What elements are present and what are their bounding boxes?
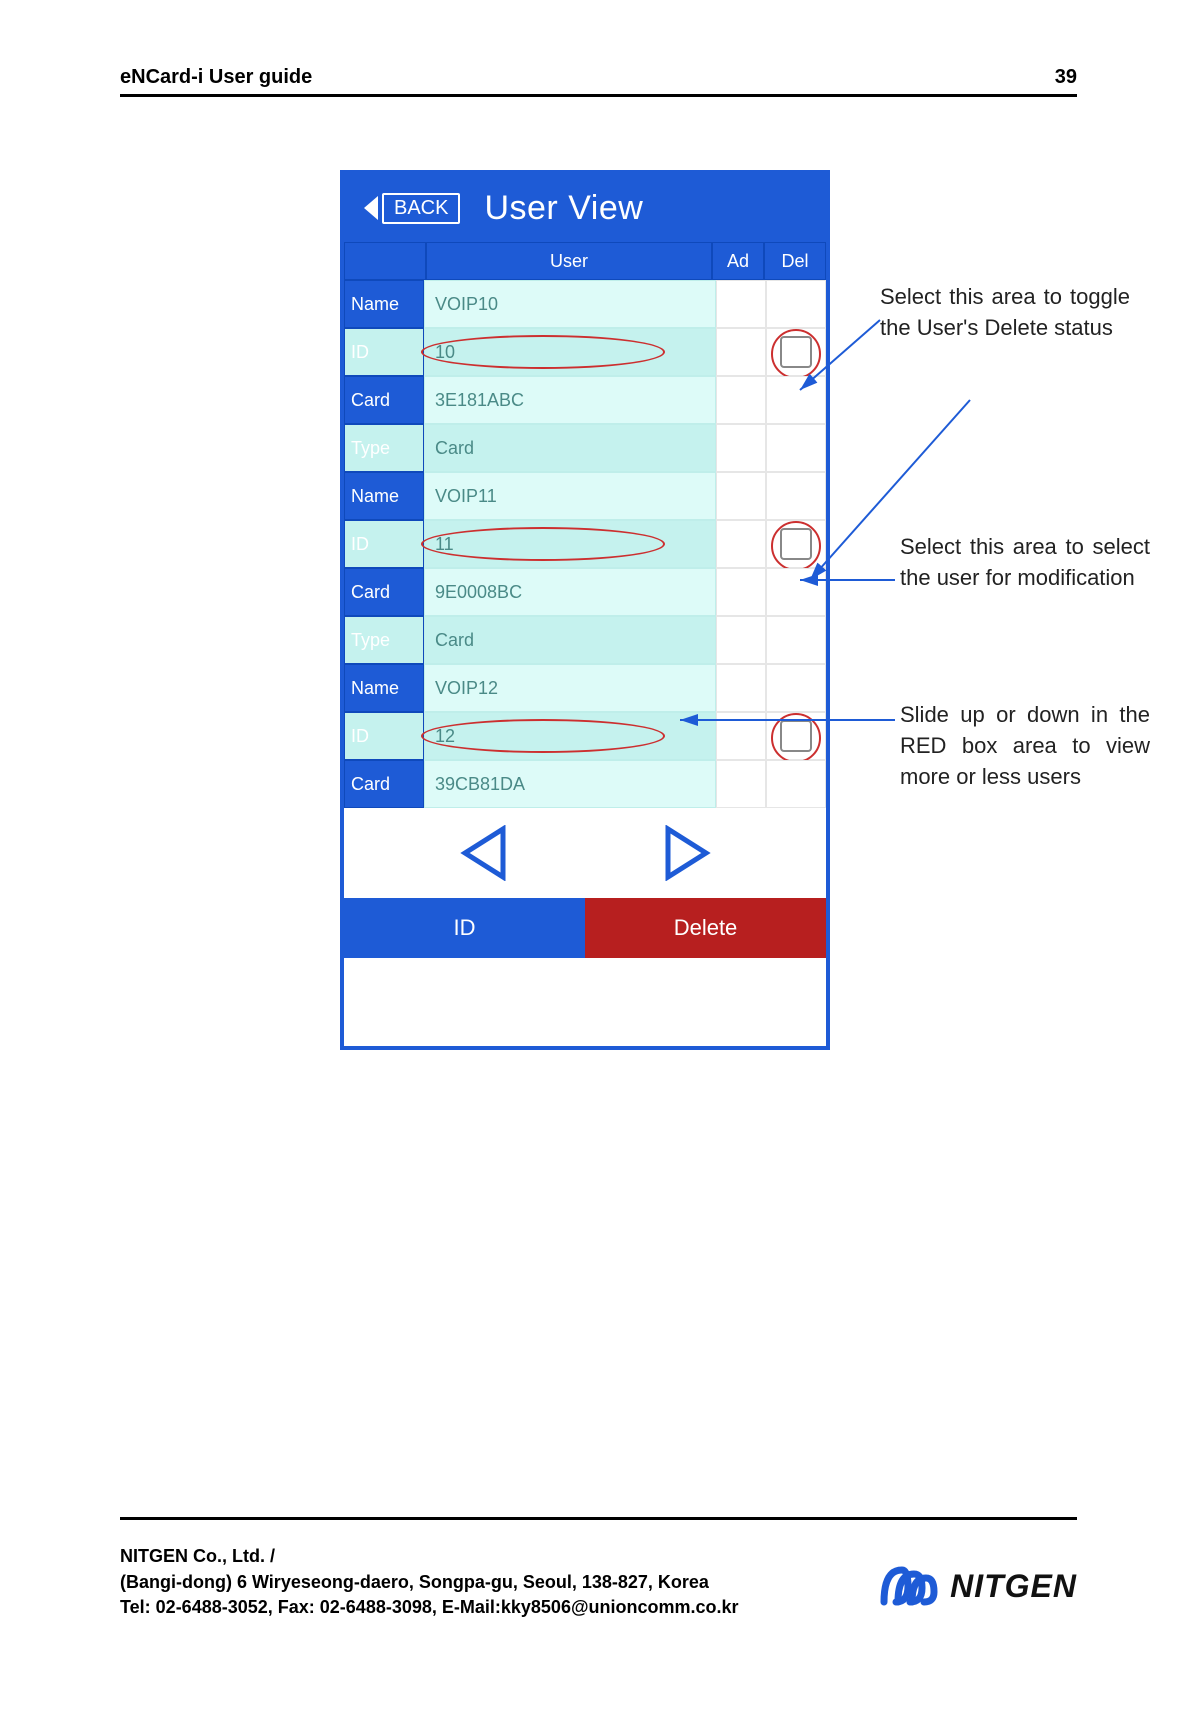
col-ad: Ad (712, 242, 764, 280)
field-label-id: ID (344, 328, 424, 376)
chevron-left-icon (364, 196, 378, 220)
annotation-circle (771, 329, 821, 379)
field-label-name: Name (344, 664, 424, 712)
user1-id[interactable]: 11 (424, 520, 716, 568)
ad-cell[interactable] (716, 472, 766, 520)
footer-buttons: ID Delete (344, 898, 826, 958)
del-cell[interactable] (766, 472, 826, 520)
user2-card[interactable]: 39CB81DA (424, 760, 716, 808)
field-label-name: Name (344, 280, 424, 328)
user1-del[interactable] (766, 520, 826, 568)
user0-id[interactable]: 10 (424, 328, 716, 376)
back-label: BACK (382, 193, 460, 224)
annotation-circle (771, 521, 821, 571)
user2-name[interactable]: VOIP12 (424, 664, 716, 712)
field-label-name: Name (344, 472, 424, 520)
user1-type[interactable]: Card (424, 616, 716, 664)
ad-cell[interactable] (716, 712, 766, 760)
company-logo: NITGEN (878, 1562, 1077, 1610)
annotation-delete-toggle: Select this area to toggle the User's De… (880, 282, 1130, 344)
user2-del[interactable] (766, 712, 826, 760)
annotation-circle (771, 713, 821, 763)
pager-row (344, 808, 826, 898)
header-page-number: 39 (1055, 66, 1077, 89)
ad-cell[interactable] (716, 760, 766, 808)
footer-line2: (Bangi-dong) 6 Wiryeseong-daero, Songpa-… (120, 1570, 739, 1595)
user1-name[interactable]: VOIP11 (424, 472, 716, 520)
annotation-scroll: Slide up or down in the RED box area to … (900, 700, 1150, 792)
document-page: eNCard-i User guide 39 BACK User View Us… (0, 0, 1197, 1710)
user0-name[interactable]: VOIP10 (424, 280, 716, 328)
annotation-ellipse (421, 335, 665, 369)
delete-button[interactable]: Delete (585, 898, 826, 958)
del-cell[interactable] (766, 760, 826, 808)
ad-cell[interactable] (716, 568, 766, 616)
user0-type[interactable]: Card (424, 424, 716, 472)
annotation-select-user: Select this area to select the user for … (900, 532, 1150, 594)
user0-ad2[interactable] (716, 328, 766, 376)
device-screenshot: BACK User View User Ad Del Name VOIP10 I… (340, 170, 830, 1050)
field-label-id: ID (344, 712, 424, 760)
user1-card[interactable]: 9E0008BC (424, 568, 716, 616)
footer-rule (120, 1517, 1077, 1520)
header-rule (120, 94, 1077, 97)
annotation-ellipse (421, 719, 665, 753)
del-cell[interactable] (766, 568, 826, 616)
title-bar: BACK User View (344, 174, 826, 242)
back-button[interactable]: BACK (364, 193, 460, 224)
footer-line3: Tel: 02-6488-3052, Fax: 02-6488-3098, E-… (120, 1595, 739, 1620)
id-button[interactable]: ID (344, 898, 585, 958)
user0-del-cell[interactable] (766, 280, 826, 328)
col-del: Del (764, 242, 826, 280)
column-header: User Ad Del (344, 242, 826, 280)
field-label-card: Card (344, 376, 424, 424)
user2-id[interactable]: 12 (424, 712, 716, 760)
annotation-ellipse (421, 527, 665, 561)
del-cell[interactable] (766, 376, 826, 424)
ad-cell[interactable] (716, 664, 766, 712)
user0-del[interactable] (766, 328, 826, 376)
del-cell[interactable] (766, 664, 826, 712)
field-label-card: Card (344, 760, 424, 808)
col-blank (344, 242, 426, 280)
screen-title: User View (484, 189, 643, 228)
ad-cell[interactable] (716, 520, 766, 568)
del-cell[interactable] (766, 424, 826, 472)
footer-text: NITGEN Co., Ltd. / (Bangi-dong) 6 Wiryes… (120, 1544, 739, 1620)
ad-cell[interactable] (716, 424, 766, 472)
field-label-type: Type (344, 424, 424, 472)
fingerprint-icon (878, 1562, 938, 1610)
ad-cell[interactable] (716, 376, 766, 424)
user0-card[interactable]: 3E181ABC (424, 376, 716, 424)
field-label-type: Type (344, 616, 424, 664)
field-label-card: Card (344, 568, 424, 616)
footer-line1: NITGEN Co., Ltd. / (120, 1544, 739, 1569)
header-title: eNCard-i User guide (120, 66, 312, 89)
user0-ad[interactable] (716, 280, 766, 328)
del-cell[interactable] (766, 616, 826, 664)
col-user: User (426, 242, 712, 280)
logo-text: NITGEN (950, 1568, 1077, 1605)
prev-page-button[interactable] (457, 825, 513, 881)
next-page-button[interactable] (658, 825, 714, 881)
field-label-id: ID (344, 520, 424, 568)
ad-cell[interactable] (716, 616, 766, 664)
user-list[interactable]: Name VOIP10 ID 10 Card 3E181ABC (344, 280, 826, 808)
